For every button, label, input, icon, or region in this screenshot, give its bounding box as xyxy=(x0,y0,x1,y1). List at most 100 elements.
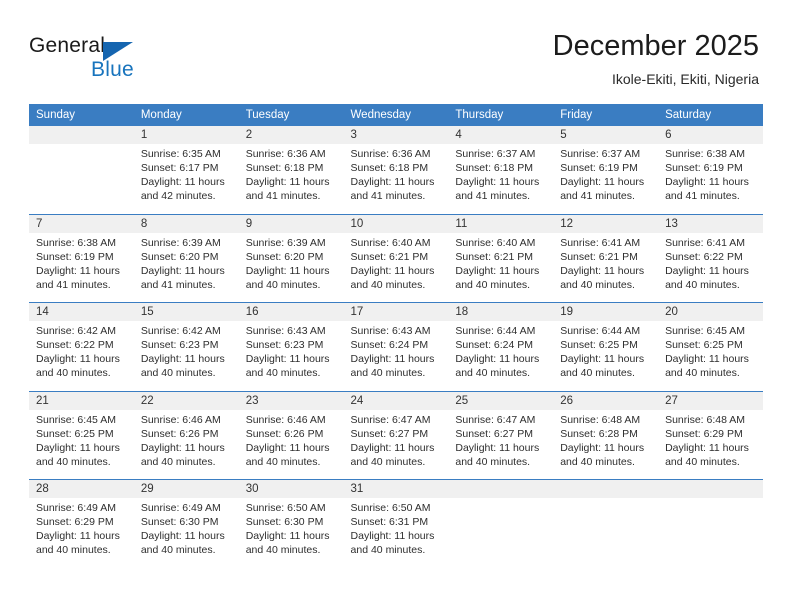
sunrise-text: Sunrise: 6:49 AM xyxy=(36,502,116,514)
day-number[interactable]: 8 xyxy=(133,213,239,233)
daylight-text-line1: Daylight: 11 hours xyxy=(560,264,645,277)
day-cell[interactable]: Sunrise: 6:47 AM Sunset: 6:27 PM Dayligh… xyxy=(448,409,554,480)
day-cell[interactable]: Sunrise: 6:42 AM Sunset: 6:23 PM Dayligh… xyxy=(133,321,239,391)
day-cell[interactable]: Sunrise: 6:44 AM Sunset: 6:24 PM Dayligh… xyxy=(448,321,554,391)
sunset-text: Sunset: 6:18 PM xyxy=(350,162,429,174)
day-number[interactable]: 2 xyxy=(238,126,344,144)
daylight-text-line2: and 41 minutes. xyxy=(665,190,740,202)
sunrise-text: Sunrise: 6:37 AM xyxy=(560,148,641,160)
day-number[interactable]: 28 xyxy=(29,479,134,498)
day-cell[interactable]: Sunrise: 6:48 AM Sunset: 6:28 PM Dayligh… xyxy=(553,409,659,480)
day-cell[interactable]: Sunrise: 6:36 AM Sunset: 6:18 PM Dayligh… xyxy=(343,144,449,214)
day-number[interactable]: 27 xyxy=(658,390,763,410)
day-number[interactable]: 1 xyxy=(133,126,239,144)
week-2-daynumbers: 7 8 9 10 11 12 13 xyxy=(29,213,763,233)
day-cell[interactable] xyxy=(448,498,554,568)
day-number[interactable]: 24 xyxy=(343,390,449,410)
day-cell[interactable]: Sunrise: 6:39 AM Sunset: 6:20 PM Dayligh… xyxy=(238,232,344,303)
day-number[interactable]: 7 xyxy=(29,213,134,233)
day-cell[interactable] xyxy=(29,144,134,214)
sunset-text: Sunset: 6:25 PM xyxy=(665,339,743,351)
day-number[interactable]: 20 xyxy=(658,302,763,321)
day-number[interactable] xyxy=(29,126,134,144)
day-number[interactable]: 13 xyxy=(658,213,763,233)
sunset-text: Sunset: 6:19 PM xyxy=(36,250,114,263)
weekday-header-monday: Monday xyxy=(133,104,239,126)
day-number[interactable]: 5 xyxy=(553,126,659,144)
day-number[interactable]: 23 xyxy=(238,390,344,410)
day-cell[interactable]: Sunrise: 6:46 AM Sunset: 6:26 PM Dayligh… xyxy=(238,409,344,480)
day-cell[interactable]: Sunrise: 6:44 AM Sunset: 6:25 PM Dayligh… xyxy=(553,321,659,391)
day-cell[interactable]: Sunrise: 6:37 AM Sunset: 6:19 PM Dayligh… xyxy=(553,144,659,214)
day-cell[interactable]: Sunrise: 6:38 AM Sunset: 6:19 PM Dayligh… xyxy=(658,144,763,214)
day-cell[interactable]: Sunrise: 6:40 AM Sunset: 6:21 PM Dayligh… xyxy=(343,232,449,303)
day-cell[interactable]: Sunrise: 6:43 AM Sunset: 6:23 PM Dayligh… xyxy=(238,321,344,391)
day-cell[interactable]: Sunrise: 6:37 AM Sunset: 6:18 PM Dayligh… xyxy=(448,144,554,214)
day-number[interactable]: 21 xyxy=(29,390,134,410)
day-number[interactable]: 17 xyxy=(343,302,449,321)
day-cell[interactable]: Sunrise: 6:50 AM Sunset: 6:31 PM Dayligh… xyxy=(343,498,449,568)
sunset-text: Sunset: 6:23 PM xyxy=(245,339,324,351)
brand-name-blue: Blue xyxy=(91,58,134,81)
day-cell[interactable]: Sunrise: 6:42 AM Sunset: 6:22 PM Dayligh… xyxy=(29,321,134,391)
day-cell[interactable]: Sunrise: 6:50 AM Sunset: 6:30 PM Dayligh… xyxy=(238,498,344,568)
day-number[interactable] xyxy=(448,479,554,498)
day-number[interactable]: 26 xyxy=(553,390,659,410)
week-3-daynumbers: 14 15 16 17 18 19 20 xyxy=(29,302,763,321)
day-number[interactable]: 22 xyxy=(133,390,239,410)
sunrise-text: Sunrise: 6:41 AM xyxy=(560,236,641,249)
day-number[interactable]: 18 xyxy=(448,302,554,321)
daylight-text-line1: Daylight: 11 hours xyxy=(245,353,330,365)
sunset-text: Sunset: 6:24 PM xyxy=(350,339,429,351)
day-number[interactable]: 9 xyxy=(238,213,344,233)
day-number[interactable]: 30 xyxy=(238,479,344,498)
daylight-text-line1: Daylight: 11 hours xyxy=(245,176,330,188)
day-cell[interactable]: Sunrise: 6:43 AM Sunset: 6:24 PM Dayligh… xyxy=(343,321,449,391)
weekday-header-sunday: Sunday xyxy=(29,104,134,126)
day-cell[interactable]: Sunrise: 6:38 AM Sunset: 6:19 PM Dayligh… xyxy=(29,232,134,303)
day-cell[interactable]: Sunrise: 6:36 AM Sunset: 6:18 PM Dayligh… xyxy=(238,144,344,214)
sunset-text: Sunset: 6:21 PM xyxy=(350,250,429,263)
day-number[interactable]: 25 xyxy=(448,390,554,410)
day-number[interactable]: 16 xyxy=(238,302,344,321)
day-number[interactable]: 12 xyxy=(553,213,659,233)
day-number[interactable]: 31 xyxy=(343,479,449,498)
day-number[interactable]: 19 xyxy=(553,302,659,321)
brand-logo[interactable]: General Blue xyxy=(29,34,209,86)
day-number[interactable]: 6 xyxy=(658,126,763,144)
day-cell[interactable]: Sunrise: 6:49 AM Sunset: 6:29 PM Dayligh… xyxy=(29,498,134,568)
week-3-details: Sunrise: 6:42 AM Sunset: 6:22 PM Dayligh… xyxy=(29,321,763,391)
daylight-text-line2: and 40 minutes. xyxy=(140,544,216,556)
day-number[interactable]: 15 xyxy=(133,302,239,321)
day-number[interactable]: 29 xyxy=(133,479,239,498)
day-cell[interactable]: Sunrise: 6:48 AM Sunset: 6:29 PM Dayligh… xyxy=(658,409,763,480)
daylight-text-line2: and 40 minutes. xyxy=(350,544,426,556)
day-number[interactable]: 14 xyxy=(29,302,134,321)
day-cell[interactable]: Sunrise: 6:40 AM Sunset: 6:21 PM Dayligh… xyxy=(448,232,554,303)
day-number[interactable]: 11 xyxy=(448,213,554,233)
day-cell[interactable] xyxy=(658,498,763,568)
day-cell[interactable]: Sunrise: 6:35 AM Sunset: 6:17 PM Dayligh… xyxy=(133,144,239,214)
day-cell[interactable]: Sunrise: 6:47 AM Sunset: 6:27 PM Dayligh… xyxy=(343,409,449,480)
day-cell[interactable]: Sunrise: 6:41 AM Sunset: 6:21 PM Dayligh… xyxy=(553,232,659,303)
day-number[interactable]: 4 xyxy=(448,126,554,144)
day-cell[interactable]: Sunrise: 6:45 AM Sunset: 6:25 PM Dayligh… xyxy=(658,321,763,391)
sunset-text: Sunset: 6:29 PM xyxy=(36,516,114,528)
daylight-text-line1: Daylight: 11 hours xyxy=(36,264,120,277)
sunset-text: Sunset: 6:27 PM xyxy=(350,427,429,440)
day-number[interactable] xyxy=(553,479,659,498)
daylight-text-line1: Daylight: 11 hours xyxy=(350,530,435,542)
day-cell[interactable]: Sunrise: 6:49 AM Sunset: 6:30 PM Dayligh… xyxy=(133,498,239,568)
day-cell[interactable]: Sunrise: 6:46 AM Sunset: 6:26 PM Dayligh… xyxy=(133,409,239,480)
daylight-text-line2: and 40 minutes. xyxy=(560,278,635,291)
day-cell[interactable] xyxy=(553,498,659,568)
day-number[interactable] xyxy=(658,479,763,498)
sunset-text: Sunset: 6:29 PM xyxy=(665,427,743,440)
daylight-text-line2: and 40 minutes. xyxy=(36,367,111,379)
day-number[interactable]: 3 xyxy=(343,126,449,144)
day-cell[interactable]: Sunrise: 6:39 AM Sunset: 6:20 PM Dayligh… xyxy=(133,232,239,303)
day-cell[interactable]: Sunrise: 6:45 AM Sunset: 6:25 PM Dayligh… xyxy=(29,409,134,480)
day-number[interactable]: 10 xyxy=(343,213,449,233)
daylight-text-line2: and 41 minutes. xyxy=(350,190,426,202)
day-cell[interactable]: Sunrise: 6:41 AM Sunset: 6:22 PM Dayligh… xyxy=(658,232,763,303)
